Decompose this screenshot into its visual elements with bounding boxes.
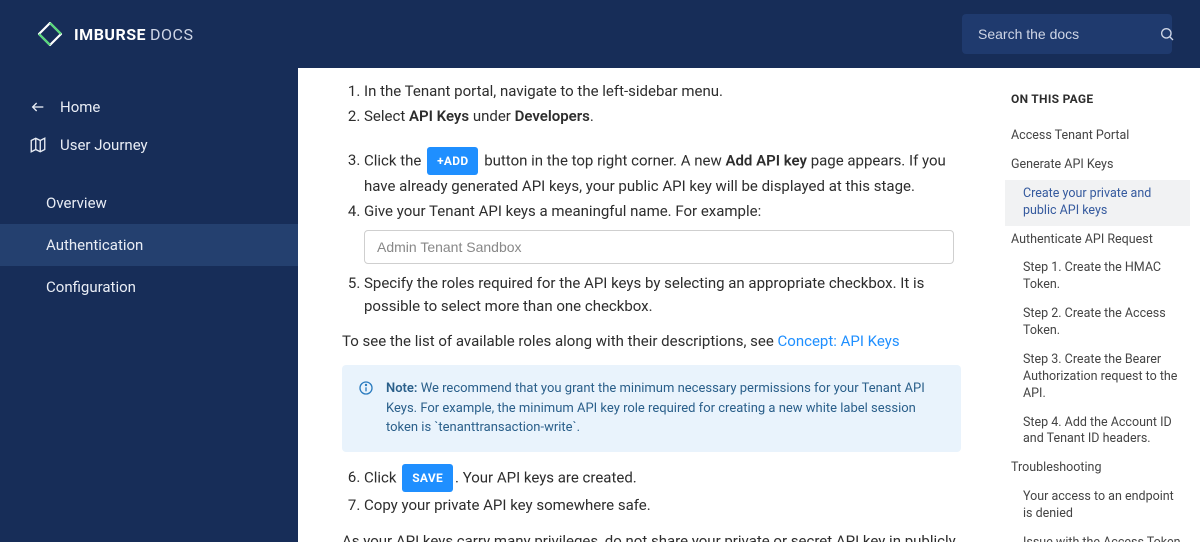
sidebar-item-label: Authentication: [46, 236, 143, 254]
sidebar-nav-group: Overview Authentication Configuration: [0, 182, 298, 308]
step-2: Select API Keys under Developers.: [364, 105, 961, 128]
steps-list-3: Click SAVE. Your API keys are created. C…: [342, 464, 961, 518]
step-7: Copy your private API key somewhere safe…: [364, 494, 961, 517]
toc-item[interactable]: Issue with the Access Token expiration d…: [1005, 529, 1190, 542]
sidebar: Home User Journey Overview Authenticatio…: [0, 68, 298, 542]
step-5: Specify the roles required for the API k…: [364, 272, 961, 319]
sidebar-item-label: Overview: [46, 194, 107, 212]
t: button in the top right corner. A new: [480, 151, 725, 169]
t: To see the list of available roles along…: [342, 332, 778, 350]
search-input[interactable]: [978, 26, 1159, 42]
steps-list-1: In the Tenant portal, navigate to the le…: [342, 80, 961, 129]
brand[interactable]: IMBURSEDOCS: [36, 20, 193, 48]
brand-suffix: DOCS: [150, 25, 193, 44]
toc-item[interactable]: Troubleshooting: [1005, 454, 1190, 483]
t: .: [590, 107, 594, 125]
toc-list: Access Tenant PortalGenerate API KeysCre…: [1005, 122, 1190, 542]
toc-item[interactable]: Generate API Keys: [1005, 151, 1190, 180]
t: Give your Tenant API keys a meaningful n…: [364, 202, 761, 220]
t: Specify the roles required for the API k…: [364, 274, 924, 315]
t: under: [469, 107, 515, 125]
toc-item[interactable]: Your access to an endpoint is denied: [1005, 483, 1190, 529]
sidebar-item-label: Configuration: [46, 278, 136, 296]
sidebar-home[interactable]: Home: [0, 88, 298, 126]
info-icon: [358, 380, 374, 438]
step-6: Click SAVE. Your API keys are created.: [364, 464, 961, 493]
roles-paragraph: To see the list of available roles along…: [342, 330, 961, 353]
api-key-name-input[interactable]: [364, 230, 954, 264]
note-label: Note:: [386, 381, 417, 396]
note-callout: Note: We recommend that you grant the mi…: [342, 365, 961, 452]
step-1: In the Tenant portal, navigate to the le…: [364, 80, 961, 103]
brand-text: IMBURSEDOCS: [74, 25, 193, 44]
toc-item[interactable]: Step 3. Create the Bearer Authorization …: [1005, 346, 1190, 409]
topbar: IMBURSEDOCS: [0, 0, 1200, 68]
step-1-text: In the Tenant portal, navigate to the le…: [364, 82, 723, 100]
toc-item[interactable]: Step 4. Add the Account ID and Tenant ID…: [1005, 409, 1190, 455]
step-3: Click the +ADD button in the top right c…: [364, 147, 961, 199]
brand-name: IMBURSE: [74, 25, 146, 44]
arrow-left-icon: [28, 99, 48, 115]
toc-item[interactable]: Step 1. Create the HMAC Token.: [1005, 254, 1190, 300]
security-paragraph: As your API keys carry many privileges, …: [342, 530, 961, 542]
step-4: Give your Tenant API keys a meaningful n…: [364, 200, 961, 269]
api-keys-bold: API Keys: [409, 107, 469, 125]
sidebar-item-overview[interactable]: Overview: [0, 182, 298, 224]
map-icon: [28, 136, 48, 154]
toc-item[interactable]: Create your private and public API keys: [1005, 180, 1190, 226]
brand-logo-icon: [36, 20, 64, 48]
search-box[interactable]: [962, 14, 1172, 54]
sidebar-home-label: Home: [60, 98, 100, 116]
toc-item[interactable]: Access Tenant Portal: [1005, 122, 1190, 151]
search-icon: [1159, 26, 1175, 42]
t: Copy your private API key somewhere safe…: [364, 496, 651, 514]
sidebar-journey-label: User Journey: [60, 136, 148, 154]
concept-api-keys-link[interactable]: Concept: API Keys: [778, 332, 900, 350]
developers-bold: Developers: [515, 107, 590, 125]
note-body: We recommend that you grant the minimum …: [386, 381, 925, 435]
t: . Your API keys are created.: [455, 468, 637, 486]
steps-list-2: Click the +ADD button in the top right c…: [342, 147, 961, 319]
add-api-key-bold: Add API key: [725, 151, 807, 169]
main-content: In the Tenant portal, navigate to the le…: [298, 68, 1005, 542]
sidebar-journey[interactable]: User Journey: [0, 126, 298, 164]
t: Click: [364, 468, 400, 486]
save-button[interactable]: SAVE: [402, 464, 453, 493]
on-this-page: ON THIS PAGE Access Tenant PortalGenerat…: [1005, 68, 1200, 542]
toc-title: ON THIS PAGE: [1011, 92, 1190, 106]
add-button[interactable]: +ADD: [427, 147, 478, 176]
t: Select: [364, 107, 409, 125]
sidebar-item-configuration[interactable]: Configuration: [0, 266, 298, 308]
sidebar-item-authentication[interactable]: Authentication: [0, 224, 298, 266]
toc-item[interactable]: Authenticate API Request: [1005, 226, 1190, 255]
toc-item[interactable]: Step 2. Create the Access Token.: [1005, 300, 1190, 346]
t: Click the: [364, 151, 425, 169]
